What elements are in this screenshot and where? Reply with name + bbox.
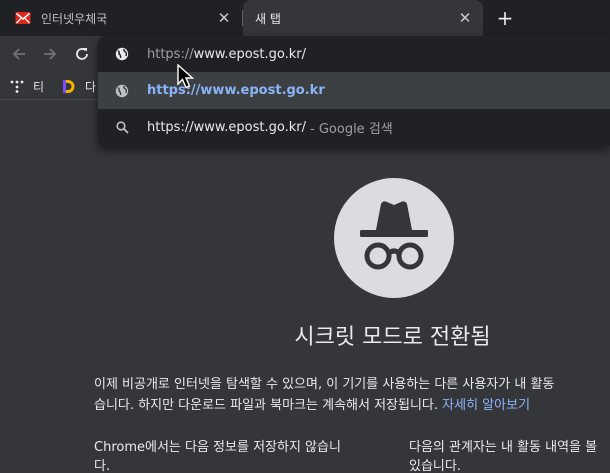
forward-button[interactable]	[37, 41, 63, 67]
suggestion-text: https://www.epost.go.kr	[147, 83, 325, 98]
visible-to-section: 다음의 관계자는 내 활동 내역을 볼 있습니다.	[409, 438, 610, 473]
suggestion-hint: - Google 검색	[310, 122, 393, 137]
close-tab-icon[interactable]: ✕	[455, 8, 475, 28]
forward-arrow-icon	[44, 48, 57, 60]
tab-title: 인터넷우체국	[41, 11, 108, 26]
back-button[interactable]	[6, 41, 32, 67]
section-heading-cont: 다.	[94, 459, 111, 473]
back-arrow-icon	[12, 48, 25, 60]
tab-epost[interactable]: 인터넷우체국 ✕	[0, 0, 242, 36]
description-line-2: 습니다. 하지만 다운로드 파일과 북마크는 계속해서 저장됩니다. 자세히 알…	[94, 395, 610, 416]
new-tab-button[interactable]: +	[494, 6, 516, 30]
reload-button[interactable]	[69, 41, 95, 67]
omnibox-popup: https://www.epost.go.kr/ https://www.epo…	[98, 36, 610, 146]
globe-icon	[114, 83, 130, 99]
reload-icon	[76, 48, 88, 60]
omnibox-suggestion-url[interactable]: https://www.epost.go.kr	[98, 72, 610, 109]
dots-icon	[10, 80, 24, 93]
bookmark-label: 티	[33, 79, 45, 94]
page-title: 시크릿 모드로 전환됨	[294, 325, 491, 350]
section-heading: 다음의 관계자는 내 활동 내역을 볼	[409, 440, 598, 455]
bookmark-item[interactable]: 다	[61, 77, 96, 95]
tab-strip: 인터넷우체국 ✕ 새 탭 ✕ +	[0, 0, 610, 36]
description-text: 습니다. 하지만 다운로드 파일과 북마크는 계속해서 저장됩니다.	[94, 398, 439, 413]
description-line: 이제 비공개로 인터넷을 탐색할 수 있으며, 이 기기를 사용하는 다른 사용…	[94, 377, 555, 392]
bookmark-item[interactable]: 티	[10, 77, 44, 95]
globe-icon	[114, 46, 130, 62]
search-icon	[114, 120, 130, 136]
url-host: www.epost.go.kr/	[193, 46, 307, 62]
address-bar[interactable]: https://www.epost.go.kr/	[98, 36, 610, 72]
tab-new-tab[interactable]: 새 탭 ✕	[243, 0, 483, 36]
tab-title: 새 탭	[255, 11, 281, 26]
section-heading-cont: 있습니다.	[409, 459, 461, 473]
close-tab-icon[interactable]: ✕	[214, 8, 234, 28]
not-saved-section: Chrome에서는 다음 정보를 저장하지 않습니 다.	[94, 438, 394, 473]
incognito-description: 이제 비공개로 인터넷을 탐색할 수 있으며, 이 기기를 사용하는 다른 사용…	[94, 374, 610, 416]
bookmark-label: 다	[85, 79, 97, 94]
address-input-text[interactable]: https://www.epost.go.kr/	[147, 47, 306, 62]
url-scheme: https://	[147, 46, 194, 62]
omnibox-suggestion-search[interactable]: https://www.epost.go.kr/ - Google 검색	[98, 109, 610, 146]
d-logo-icon	[63, 79, 75, 93]
learn-more-link[interactable]: 자세히 알아보기	[442, 398, 530, 413]
section-heading: Chrome에서는 다음 정보를 저장하지 않습니	[94, 440, 341, 455]
mouse-cursor-icon	[177, 64, 195, 89]
suggestion-text: https://www.epost.go.kr/	[147, 120, 307, 135]
epost-favicon-icon	[14, 9, 32, 27]
incognito-icon	[334, 178, 454, 298]
